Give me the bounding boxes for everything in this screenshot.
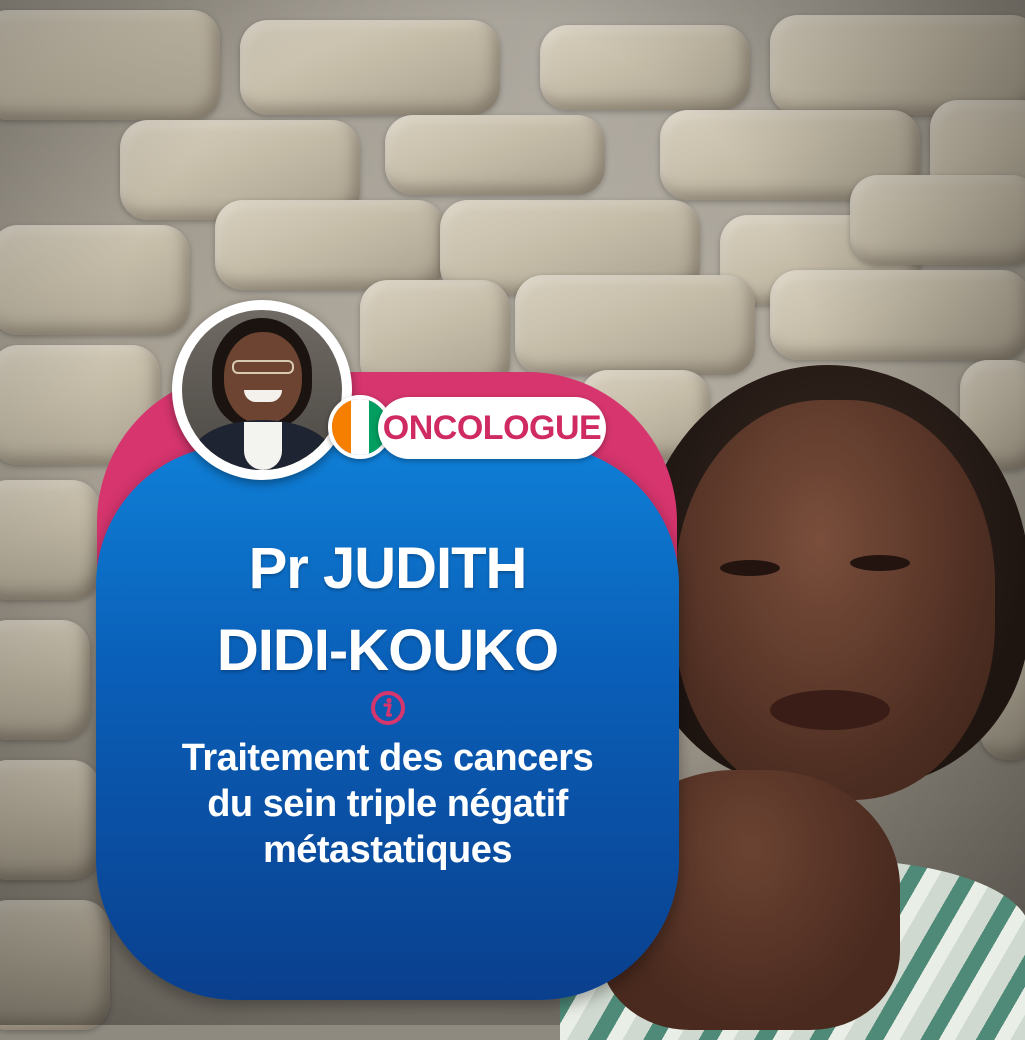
speaker-name-line1: Pr JUDITH bbox=[248, 536, 528, 601]
talk-topic-line2: du sein triple négatif bbox=[207, 783, 568, 825]
talk-topic: Traitement des cancers du sein triple né… bbox=[110, 735, 665, 873]
talk-topic-line1: Traitement des cancers bbox=[181, 737, 594, 779]
info-circle-icon bbox=[371, 691, 405, 725]
speaker-name: Pr JUDITH DIDI-KOUKO bbox=[110, 528, 665, 692]
specialty-badge: ONCOLOGUE bbox=[378, 397, 606, 459]
speaker-avatar bbox=[172, 300, 352, 480]
specialty-label: ONCOLOGUE bbox=[382, 408, 602, 447]
talk-topic-line3: métastatiques bbox=[262, 829, 513, 871]
speaker-name-line2: DIDI-KOUKO bbox=[216, 618, 559, 683]
